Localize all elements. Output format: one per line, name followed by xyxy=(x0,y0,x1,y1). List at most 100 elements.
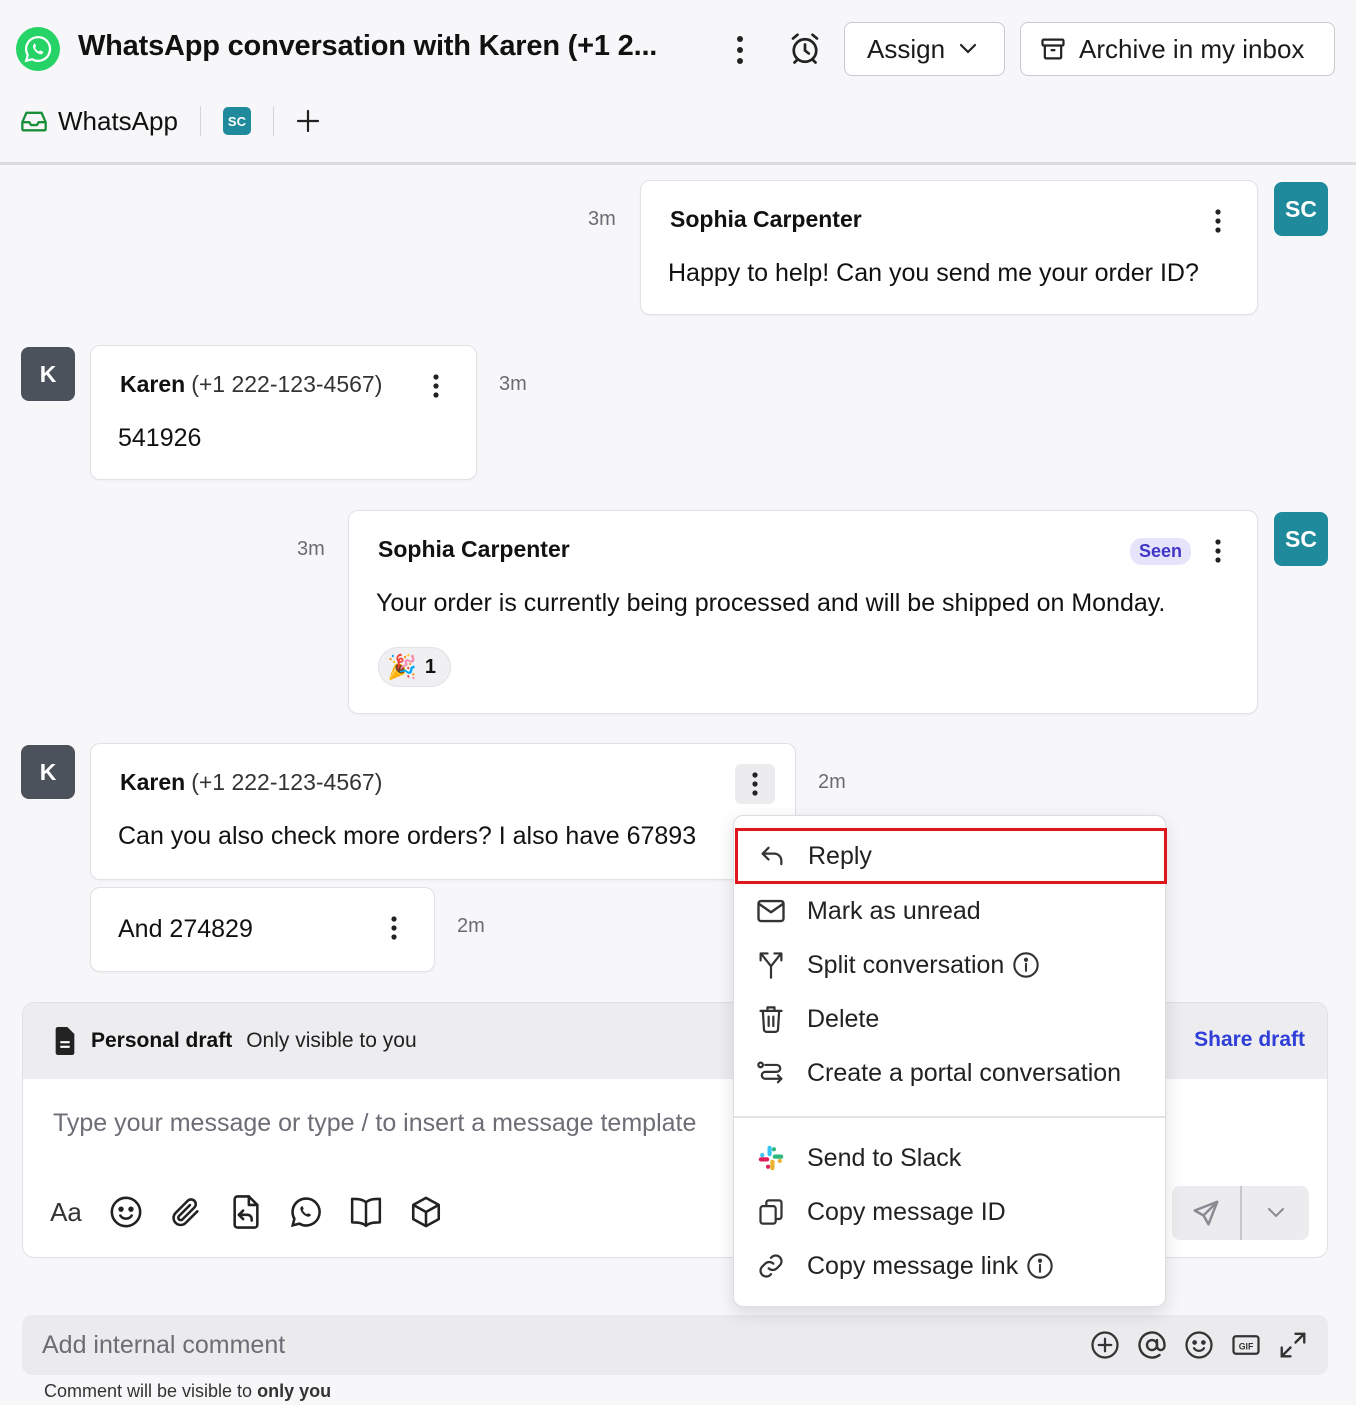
reply-template-icon[interactable] xyxy=(227,1193,265,1231)
envelope-icon xyxy=(754,894,788,928)
menu-item-label: Send to Slack xyxy=(807,1143,962,1172)
archive-label: Archive in my inbox xyxy=(1079,33,1305,64)
message-text: Can you also check more orders? I also h… xyxy=(118,822,697,850)
menu-item-label: Reply xyxy=(808,841,872,870)
internal-comment-bar: Add internal comment GIF xyxy=(22,1315,1328,1375)
divider xyxy=(272,106,274,136)
link-icon xyxy=(754,1249,788,1283)
add-tag-icon[interactable] xyxy=(296,109,320,133)
menu-item-create-portal[interactable]: Create a portal conversation xyxy=(734,1046,1165,1100)
divider xyxy=(199,106,201,136)
message-menu-icon[interactable] xyxy=(1198,531,1238,571)
message-time: 2m xyxy=(818,771,846,793)
more-options-icon[interactable] xyxy=(720,28,760,72)
reaction-count: 1 xyxy=(424,655,437,678)
message-time: 3m xyxy=(588,208,616,230)
channel-bar: WhatsApp SC xyxy=(20,100,320,142)
avatar: K xyxy=(21,745,75,799)
message-bubble: And 274829 xyxy=(90,887,435,972)
whatsapp-logo-icon xyxy=(16,27,60,71)
chevron-down-icon xyxy=(1267,1208,1284,1218)
expand-icon[interactable] xyxy=(1276,1328,1310,1362)
comment-input[interactable]: Add internal comment xyxy=(42,1331,285,1360)
sender-phone: (+1 222-123-4567) xyxy=(191,769,383,795)
page-title: WhatsApp conversation with Karen (+1 2..… xyxy=(78,30,658,62)
mention-icon[interactable] xyxy=(1135,1328,1169,1362)
portal-icon xyxy=(754,1056,788,1090)
menu-divider xyxy=(734,1116,1165,1118)
info-icon[interactable] xyxy=(1026,1252,1054,1280)
add-icon[interactable] xyxy=(1088,1328,1122,1362)
sender-name: Karen xyxy=(120,769,186,795)
assign-button[interactable]: Assign xyxy=(844,22,1005,76)
message-menu-icon[interactable] xyxy=(416,366,456,406)
archive-icon xyxy=(1041,38,1065,60)
snooze-alarm-icon[interactable] xyxy=(782,26,828,72)
send-button[interactable] xyxy=(1172,1198,1240,1228)
split-icon xyxy=(754,948,788,982)
message-input[interactable]: Type your message or type / to insert a … xyxy=(53,1109,696,1138)
share-draft-button[interactable]: Share draft xyxy=(1194,1028,1305,1052)
menu-item-mark-unread[interactable]: Mark as unread xyxy=(734,884,1165,938)
chevron-down-icon xyxy=(959,43,977,54)
message-time: 3m xyxy=(297,538,325,560)
send-options-button[interactable] xyxy=(1242,1207,1309,1219)
text-format-icon[interactable]: Aa xyxy=(47,1193,85,1231)
message-bubble: Karen (+1 222-123-4567) 541926 xyxy=(90,345,477,480)
reaction-chip[interactable]: 🎉 1 xyxy=(378,647,452,687)
sender-name: Karen xyxy=(120,371,186,397)
document-icon xyxy=(55,1027,75,1055)
assignee-avatar[interactable]: SC xyxy=(222,107,251,135)
avatar: SC xyxy=(1274,182,1328,236)
menu-item-label: Split conversation xyxy=(807,950,1005,979)
seen-badge: Seen xyxy=(1130,538,1192,565)
cube-icon[interactable] xyxy=(407,1193,445,1231)
message-bubble: Sophia Carpenter Seen Your order is curr… xyxy=(348,510,1258,714)
slack-icon xyxy=(754,1141,788,1175)
emoji-icon[interactable] xyxy=(107,1193,145,1231)
draft-subtitle: Only visible to you xyxy=(246,1029,417,1052)
send-button-group xyxy=(1172,1186,1309,1240)
conversation-header: WhatsApp conversation with Karen (+1 2..… xyxy=(0,0,1356,165)
menu-item-label: Mark as unread xyxy=(807,896,981,925)
archive-button[interactable]: Archive in my inbox xyxy=(1020,22,1335,76)
menu-item-copy-message-id[interactable]: Copy message ID xyxy=(734,1185,1165,1239)
trash-icon xyxy=(754,1002,788,1036)
menu-item-reply[interactable]: Reply xyxy=(735,828,1167,884)
menu-item-label: Copy message link xyxy=(807,1251,1019,1280)
sender-name: Sophia Carpenter xyxy=(378,536,570,562)
info-icon[interactable] xyxy=(1012,951,1040,979)
message-menu-icon[interactable] xyxy=(735,764,775,804)
gif-label: GIF xyxy=(1239,1341,1254,1351)
message-time: 3m xyxy=(499,373,527,395)
menu-item-delete[interactable]: Delete xyxy=(734,992,1165,1046)
avatar: K xyxy=(21,347,75,401)
message-time: 2m xyxy=(457,915,485,937)
menu-item-split-conversation[interactable]: Split conversation xyxy=(734,938,1165,992)
menu-item-send-to-slack[interactable]: Send to Slack xyxy=(734,1131,1165,1185)
inbox-icon xyxy=(21,111,47,132)
send-icon xyxy=(1193,1200,1219,1226)
party-popper-icon: 🎉 xyxy=(387,653,417,681)
message-bubble: Karen (+1 222-123-4567) Can you also chec… xyxy=(90,743,796,880)
attach-icon[interactable] xyxy=(167,1193,205,1231)
book-icon[interactable] xyxy=(347,1193,385,1231)
gif-icon[interactable]: GIF xyxy=(1229,1328,1263,1362)
emoji-icon[interactable] xyxy=(1182,1328,1216,1362)
assign-label: Assign xyxy=(867,33,946,64)
message-context-menu: Reply Mark as unread Split conversation … xyxy=(733,815,1167,1307)
menu-item-copy-message-link[interactable]: Copy message link xyxy=(734,1239,1165,1293)
draft-title: Personal draft xyxy=(91,1029,233,1052)
comment-visibility-hint: Comment will be visible to only you xyxy=(44,1381,331,1402)
message-text: Happy to help! Can you send me your orde… xyxy=(668,259,1199,287)
hint-emphasis: only you xyxy=(257,1381,332,1401)
channel-label[interactable]: WhatsApp xyxy=(58,106,178,137)
message-text: Your order is currently being processed … xyxy=(376,589,1166,617)
hint-prefix: Comment will be visible to xyxy=(44,1381,253,1401)
whatsapp-icon[interactable] xyxy=(287,1193,325,1231)
message-text: And 274829 xyxy=(118,915,253,943)
message-bubble: Sophia Carpenter Happy to help! Can you … xyxy=(640,180,1258,315)
copy-icon xyxy=(754,1195,788,1229)
message-menu-icon[interactable] xyxy=(374,908,414,948)
message-menu-icon[interactable] xyxy=(1198,201,1238,241)
